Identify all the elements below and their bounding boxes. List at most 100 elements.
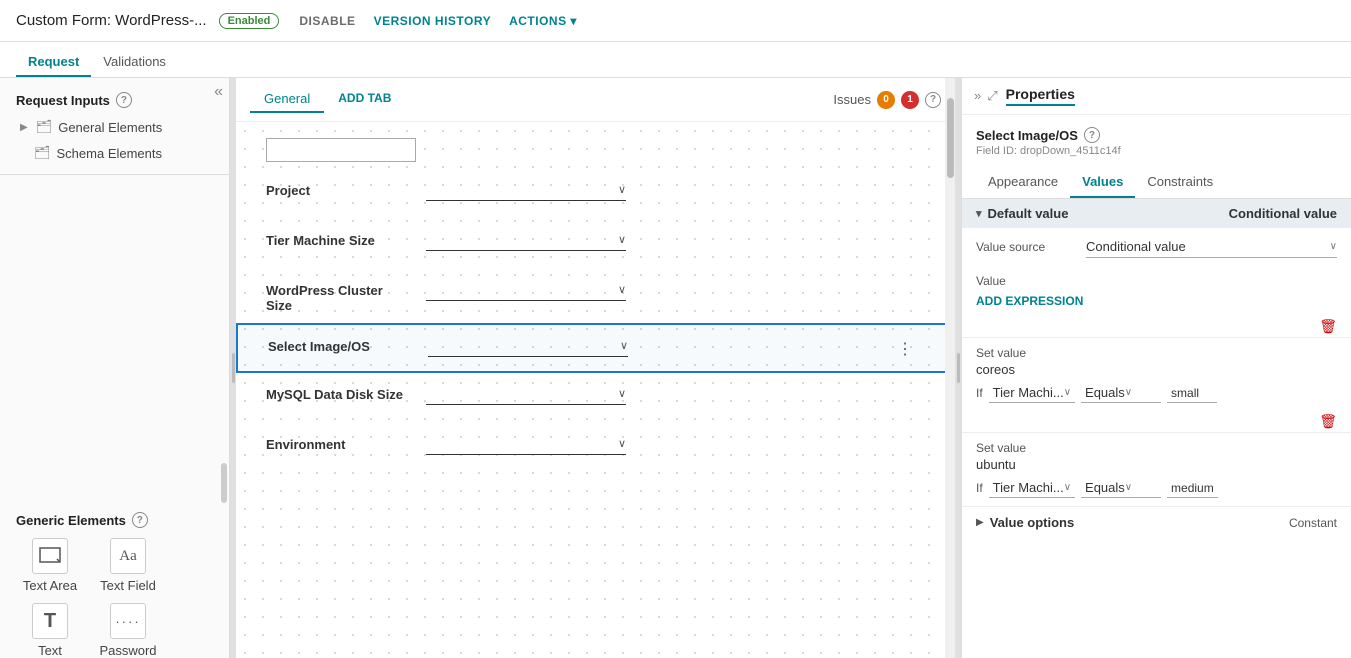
value-options-chevron[interactable]: ▶	[976, 517, 984, 528]
generic-elements-title: Generic Elements ?	[16, 512, 213, 528]
field-menu-dots[interactable]: ⋮	[897, 339, 913, 359]
expand-icon[interactable]: ⤢	[987, 88, 997, 104]
condition-field-select-2[interactable]: Tier Machi... ∨	[989, 478, 1075, 498]
trash-icon-2[interactable]: 🗑	[1319, 413, 1337, 430]
value-source-label: Value source	[976, 240, 1076, 254]
textarea-preview-row	[236, 132, 955, 169]
condition-op-chevron-1: ∨	[1125, 387, 1132, 398]
props-field-id: Field ID: dropDown_4511c14f	[962, 145, 1351, 167]
field-input-mysql[interactable]: ∨	[426, 383, 626, 405]
sidebar: « Request Inputs ? ▶ 🗂 General Elements …	[0, 78, 230, 658]
set-value-block-1: Set value coreos If Tier Machi... ∨ Equa…	[962, 337, 1351, 411]
request-inputs-help-icon[interactable]: ?	[116, 92, 132, 108]
generic-item-password[interactable]: ···· Password	[94, 603, 162, 658]
properties-panel: » ⤢ Properties Select Image/OS ? Field I…	[961, 78, 1351, 658]
condition-field-select-1[interactable]: Tier Machi... ∨	[989, 383, 1075, 403]
textarea-preview[interactable]	[266, 138, 416, 162]
condition-row-2: If Tier Machi... ∨ Equals ∨ medium	[976, 478, 1337, 498]
field-label: MySQL Data Disk Size	[266, 383, 406, 402]
field-row-select-image-os[interactable]: Select Image/OS ∨ ⋮	[236, 323, 955, 373]
main-tabs: Request Validations	[0, 42, 1351, 78]
condition-chevron-2: ∨	[1064, 482, 1071, 493]
set-value-label-2: Set value	[976, 441, 1337, 455]
props-field-title: Select Image/OS ?	[962, 115, 1351, 145]
actions-button[interactable]: ACTIONS ▾	[509, 14, 577, 28]
props-field-help-icon[interactable]: ?	[1084, 127, 1100, 143]
field-row-wp-cluster-size: WordPress Cluster Size ∨	[236, 269, 955, 323]
canvas-content: Project ∨ Tier Machine Size ∨ WordPress …	[236, 122, 955, 658]
sidebar-item-label: General Elements	[58, 120, 162, 135]
condition-row-1: If Tier Machi... ∨ Equals ∨ small	[976, 383, 1337, 403]
trash-icon-row-1: 🗑	[962, 316, 1351, 337]
canvas-scroll-thumb[interactable]	[947, 98, 954, 178]
sidebar-item-general-elements[interactable]: ▶ 🗂 General Elements	[0, 114, 229, 140]
generic-help-icon[interactable]: ?	[132, 512, 148, 528]
text-icon: T	[32, 603, 68, 639]
condition-if-1: If	[976, 386, 983, 400]
generic-items-list: Text Area Aa Text Field T Text ···· Pass…	[16, 538, 213, 658]
field-input-tier[interactable]: ∨	[426, 229, 626, 251]
generic-item-textarea[interactable]: Text Area	[16, 538, 84, 593]
sidebar-collapse-button[interactable]: «	[214, 84, 223, 100]
value-source-select[interactable]: Conditional value ∨	[1086, 236, 1337, 258]
trash-icon-row-2: 🗑	[962, 411, 1351, 432]
add-expression-button[interactable]: ADD EXPRESSION	[976, 294, 1083, 308]
generic-item-text[interactable]: T Text	[16, 603, 84, 658]
issue-badge-red: 1	[901, 91, 919, 109]
value-label: Value	[976, 274, 1076, 288]
field-input-wp-cluster[interactable]: ∨	[426, 279, 626, 301]
condition-op-select-1[interactable]: Equals ∨	[1081, 383, 1161, 403]
enabled-badge: Enabled	[219, 13, 280, 29]
conditional-value-label: Conditional value	[1229, 206, 1337, 221]
canvas-tab-general[interactable]: General	[250, 86, 324, 113]
field-input-image-os[interactable]: ∨	[428, 335, 628, 357]
default-value-label: Default value	[988, 206, 1069, 221]
condition-op-select-2[interactable]: Equals ∨	[1081, 478, 1161, 498]
field-label: WordPress Cluster Size	[266, 279, 406, 313]
generic-item-textfield[interactable]: Aa Text Field	[94, 538, 162, 593]
version-history-button[interactable]: VERSION HISTORY	[374, 14, 492, 28]
page-title: Custom Form: WordPress-...	[16, 12, 207, 29]
help-icon[interactable]: ?	[925, 92, 941, 108]
sidebar-item-schema-elements[interactable]: 🗂 Schema Elements	[0, 140, 229, 166]
field-input-project[interactable]: ∨	[426, 179, 626, 201]
collapse-icons[interactable]: » ⤢	[974, 88, 998, 104]
set-value-text-2: ubuntu	[976, 457, 1337, 472]
value-header-row: ▾ Default value Conditional value	[962, 199, 1351, 228]
props-body: ▾ Default value Conditional value Value …	[962, 199, 1351, 538]
default-value-section[interactable]: ▾ Default value	[976, 206, 1229, 221]
chevron-right-icon: ▶	[20, 122, 28, 133]
sidebar-divider	[0, 174, 229, 175]
collapse-icon[interactable]: »	[974, 88, 981, 104]
props-tab-constraints[interactable]: Constraints	[1135, 167, 1225, 198]
props-tab-appearance[interactable]: Appearance	[976, 167, 1070, 198]
generic-elements-section: Generic Elements ? Text Area Aa Text Fie…	[0, 502, 229, 658]
props-tab-values[interactable]: Values	[1070, 167, 1135, 198]
select-arrow: ∨	[1330, 241, 1337, 252]
field-input-environment[interactable]: ∨	[426, 433, 626, 455]
canvas-scrollbar[interactable]	[945, 78, 955, 658]
issue-badge-orange: 0	[877, 91, 895, 109]
sidebar-item-label: Schema Elements	[57, 146, 163, 161]
field-row-tier-machine-size: Tier Machine Size ∨	[236, 219, 955, 269]
add-tab-button[interactable]: ADD TAB	[328, 86, 401, 113]
properties-panel-title: Properties	[1006, 86, 1075, 106]
value-options-right: Constant	[1289, 516, 1337, 530]
field-label: Project	[266, 179, 406, 198]
condition-chevron-1: ∨	[1064, 387, 1071, 398]
tab-request[interactable]: Request	[16, 48, 91, 77]
props-panel-header: » ⤢ Properties	[962, 78, 1351, 115]
drag-thumb	[232, 353, 235, 383]
props-tabs: Appearance Values Constraints	[962, 167, 1351, 199]
value-options-row: ▶ Value options Constant	[962, 506, 1351, 538]
top-bar: Custom Form: WordPress-... Enabled DISAB…	[0, 0, 1351, 42]
sidebar-scroll-thumb[interactable]	[221, 463, 227, 503]
tab-validations[interactable]: Validations	[91, 48, 178, 77]
request-inputs-title: Request Inputs ?	[0, 78, 229, 114]
top-bar-actions: DISABLE VERSION HISTORY ACTIONS ▾	[299, 14, 577, 28]
field-row-environment: Environment ∨	[236, 423, 955, 473]
trash-icon-1[interactable]: 🗑	[1319, 318, 1337, 335]
issues-bar: Issues 0 1 ?	[833, 91, 941, 109]
disable-button[interactable]: DISABLE	[299, 14, 355, 28]
folder-icon: 🗂	[36, 119, 53, 135]
